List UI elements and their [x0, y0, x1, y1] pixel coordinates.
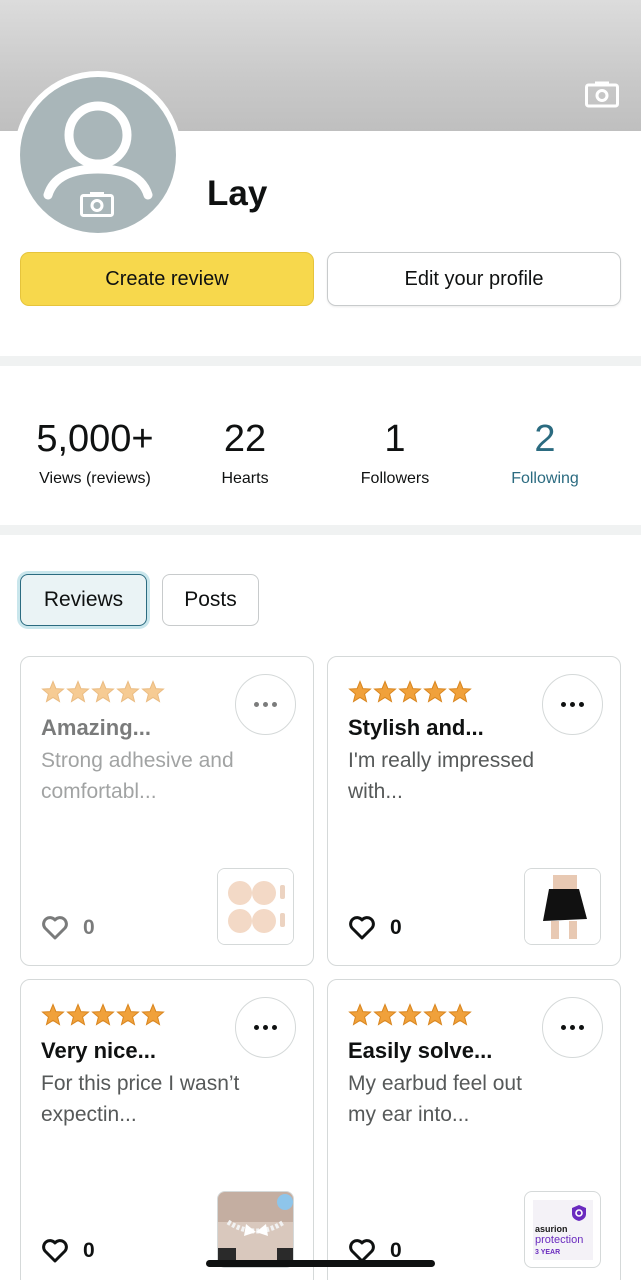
home-indicator[interactable] — [206, 1260, 435, 1267]
star-icon — [423, 680, 447, 703]
stat-label: Hearts — [221, 470, 269, 487]
black-skort-image — [525, 869, 600, 944]
star-rating — [348, 680, 472, 703]
heart-icon[interactable] — [348, 915, 376, 941]
review-card[interactable]: Easily solve... My earbud feel out my ea… — [327, 979, 621, 1280]
section-divider — [0, 356, 641, 366]
review-card[interactable]: Amazing... Strong adhesive and comfortab… — [20, 656, 314, 966]
nipple-covers-image — [218, 869, 293, 944]
star-icon — [373, 1003, 397, 1026]
more-options-button[interactable] — [235, 674, 296, 735]
star-icon — [91, 680, 115, 703]
stat-label: Followers — [360, 470, 430, 487]
star-icon — [448, 1003, 472, 1026]
butterfly-choker-image — [218, 1192, 293, 1267]
camera-icon[interactable] — [585, 80, 619, 108]
create-review-button[interactable]: Create review — [20, 252, 314, 306]
heart-count: 0 — [390, 916, 402, 939]
star-icon — [116, 680, 140, 703]
stat-following[interactable]: 2 Following — [470, 416, 620, 488]
star-icon — [448, 680, 472, 703]
star-icon — [373, 680, 397, 703]
review-excerpt: Strong adhesive and comfortabl... — [41, 749, 234, 803]
tab-posts[interactable]: Posts — [162, 574, 259, 626]
stat-label: Views (reviews) — [39, 470, 151, 487]
star-icon — [348, 1003, 372, 1026]
stat-value: 1 — [384, 418, 406, 460]
review-excerpt: My earbud feel out my ear into... — [348, 1072, 522, 1126]
star-icon — [66, 1003, 90, 1026]
heart-count: 0 — [83, 1239, 95, 1262]
star-icon — [116, 1003, 140, 1026]
camera-icon[interactable] — [80, 191, 114, 217]
star-rating — [348, 1003, 472, 1026]
star-icon — [41, 1003, 65, 1026]
heart-icon[interactable] — [41, 915, 69, 941]
review-card[interactable]: Stylish and... I'm really impressed with… — [327, 656, 621, 966]
section-divider — [0, 525, 641, 535]
more-options-button[interactable] — [542, 674, 603, 735]
star-icon — [66, 680, 90, 703]
shield-icon — [572, 1205, 586, 1221]
review-card[interactable]: Very nice... For this price I wasn’t exp… — [20, 979, 314, 1280]
review-title: Amazing... — [41, 715, 152, 740]
tab-reviews[interactable]: Reviews — [20, 574, 147, 626]
product-thumbnail[interactable] — [217, 1191, 294, 1268]
star-icon — [398, 1003, 422, 1026]
heart-count: 0 — [83, 916, 95, 939]
review-excerpt: For this price I wasn’t expectin... — [41, 1072, 240, 1126]
star-icon — [423, 1003, 447, 1026]
stat-views[interactable]: 5,000+ Views (reviews) — [20, 416, 170, 488]
star-rating — [41, 1003, 165, 1026]
review-title: Very nice... — [41, 1038, 156, 1063]
stat-label: Following — [511, 470, 579, 487]
stat-value: 5,000+ — [36, 418, 154, 460]
product-thumbnail[interactable] — [217, 868, 294, 945]
product-thumbnail[interactable] — [524, 868, 601, 945]
stat-hearts[interactable]: 22 Hearts — [170, 416, 320, 488]
asurion-brand: asurion — [535, 1224, 568, 1234]
star-icon — [91, 1003, 115, 1026]
star-icon — [348, 680, 372, 703]
product-thumbnail[interactable]: asurion protection 3 YEAR — [524, 1191, 601, 1268]
heart-icon[interactable] — [41, 1238, 69, 1264]
review-excerpt: I'm really impressed with... — [348, 749, 535, 803]
star-icon — [141, 680, 165, 703]
stat-value: 2 — [534, 418, 556, 460]
asurion-package: asurion protection 3 YEAR — [533, 1200, 593, 1260]
star-icon — [141, 1003, 165, 1026]
profile-name: Lay — [207, 174, 268, 213]
star-icon — [398, 680, 422, 703]
stat-followers[interactable]: 1 Followers — [320, 416, 470, 488]
stat-value: 22 — [223, 418, 267, 460]
star-icon — [41, 680, 65, 703]
asurion-line2: protection — [535, 1234, 584, 1246]
more-options-button[interactable] — [542, 997, 603, 1058]
review-title: Easily solve... — [348, 1038, 493, 1063]
review-title: Stylish and... — [348, 715, 484, 740]
asurion-line3: 3 YEAR — [535, 1249, 561, 1256]
star-rating — [41, 680, 165, 703]
edit-profile-button[interactable]: Edit your profile — [327, 252, 621, 306]
more-options-button[interactable] — [235, 997, 296, 1058]
